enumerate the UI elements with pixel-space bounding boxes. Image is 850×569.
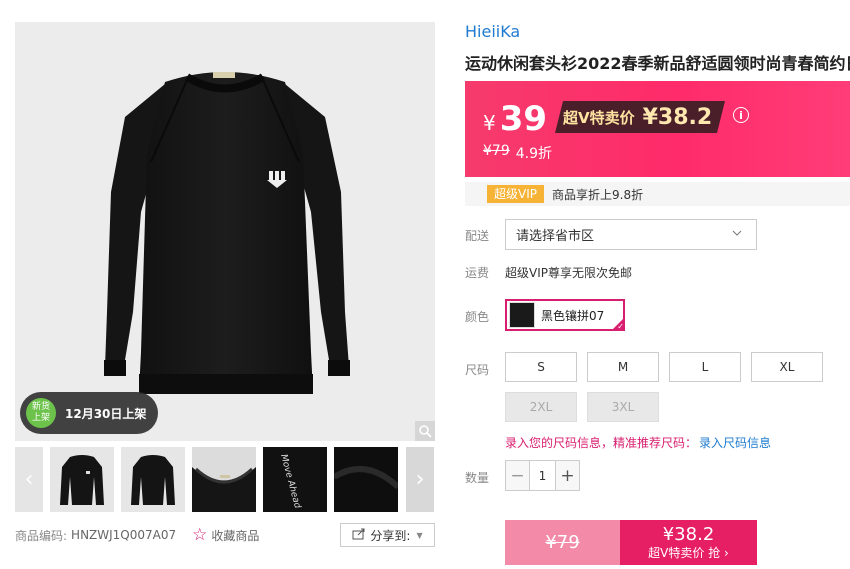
size-option-s[interactable]: S — [505, 352, 577, 382]
vip-promo-text: 商品享折上9.8折 — [552, 187, 644, 202]
shipping-value: 超级VIP尊享无限次免邮 — [505, 266, 632, 280]
sku-label: 商品编码: — [15, 528, 68, 543]
share-dropdown[interactable]: 分享到: ▼ — [340, 523, 435, 547]
quantity-label: 数量 — [465, 471, 490, 485]
launch-date-pill: 新货 上架 12月30日上架 — [20, 392, 158, 434]
launch-date-text: 12月30日上架 — [65, 406, 147, 421]
new-arrival-badge-line2: 上架 — [31, 413, 50, 423]
thumbnail-prev-button[interactable]: ‹ — [15, 447, 43, 512]
main-product-image[interactable]: 新货 上架 12月30日上架 — [15, 22, 435, 441]
favorite-button[interactable]: ☆ 收藏商品 — [192, 525, 259, 545]
share-icon — [352, 528, 366, 543]
super-v-price-tag: 超V特卖价 ¥38.2 — [555, 101, 725, 133]
size-option-l[interactable]: L — [669, 352, 741, 382]
size-option-2xl[interactable]: 2XL — [505, 392, 577, 422]
size-option-m[interactable]: M — [587, 352, 659, 382]
sku-value: HNZWJ1Q007A07 — [71, 528, 177, 542]
share-label: 分享到: — [370, 528, 411, 543]
thumbnail-back[interactable] — [121, 447, 185, 512]
chevron-down-icon — [732, 228, 742, 239]
size-option-3xl[interactable]: 3XL — [587, 392, 659, 422]
thumbnail-next-button[interactable]: › — [406, 447, 434, 512]
super-v-label: 超V特卖价 — [563, 108, 635, 127]
current-price-value: 39 — [499, 99, 548, 139]
discount-text: 4.9折 — [515, 146, 552, 162]
new-arrival-badge: 新货 上架 — [26, 398, 56, 428]
thumbnail-strip: ‹ Move Ahead › — [15, 447, 435, 512]
color-label: 颜色 — [465, 310, 490, 324]
quantity-stepper: − 1 + — [505, 460, 580, 491]
vip-badge: 超级VIP — [487, 185, 544, 203]
size-hint: 录入您的尺码信息，精准推荐尺码： 录入尺码信息 — [505, 434, 771, 451]
delivery-label: 配送 — [465, 229, 490, 243]
color-option-selected[interactable]: 黑色镶拼07 ✓ — [505, 299, 625, 331]
price-sub-line: ¥79 4.9折 — [483, 143, 552, 163]
price-panel: ¥ 39 超V特卖价 ¥38.2 i ¥79 4.9折 — [465, 81, 850, 177]
size-option-xl[interactable]: XL — [751, 352, 823, 382]
brand-link[interactable]: HieiiKa — [465, 22, 520, 41]
product-meta-bar: 商品编码: HNZWJ1Q007A07 ☆ 收藏商品 分享到: ▼ — [15, 523, 435, 547]
original-price: ¥79 — [483, 143, 510, 159]
original-price-button[interactable]: ¥79 — [505, 520, 620, 565]
new-arrival-badge-line1: 新货 — [31, 402, 50, 412]
region-select-value: 请选择省市区 — [516, 229, 595, 244]
chevron-down-icon: ▼ — [416, 530, 423, 540]
currency-symbol: ¥ — [483, 111, 496, 135]
quantity-value[interactable]: 1 — [529, 461, 556, 490]
info-icon[interactable]: i — [733, 107, 749, 123]
super-v-price: ¥38.2 — [642, 104, 713, 130]
buy-button-label: 超V特卖价 抢 › — [648, 545, 729, 560]
thumbnail-front[interactable] — [50, 447, 114, 512]
current-price: ¥ 39 — [483, 99, 547, 139]
region-select[interactable]: 请选择省市区 — [505, 219, 757, 250]
buy-super-v-button[interactable]: ¥38.2 超V特卖价 抢 › — [620, 520, 757, 565]
shipping-label: 运费 — [465, 266, 490, 280]
favorite-label: 收藏商品 — [211, 528, 260, 543]
zoom-icon[interactable] — [415, 421, 435, 441]
quantity-increase-button[interactable]: + — [556, 461, 579, 490]
size-input-link[interactable]: 录入尺码信息 — [699, 434, 771, 451]
check-icon: ✓ — [611, 317, 625, 331]
star-icon: ☆ — [192, 525, 208, 545]
size-hint-text: 录入您的尺码信息，精准推荐尺码： — [505, 436, 698, 450]
sweatshirt-illustration — [104, 72, 350, 394]
size-label: 尺码 — [465, 363, 490, 377]
thumbnail-fabric[interactable] — [334, 447, 398, 512]
quantity-decrease-button[interactable]: − — [506, 461, 529, 490]
color-swatch-image — [509, 302, 535, 328]
color-option-label: 黑色镶拼07 — [541, 308, 605, 323]
buy-button-price: ¥38.2 — [662, 523, 715, 545]
vip-promo-row: 超级VIP 商品享折上9.8折 — [465, 182, 850, 206]
thumbnail-sleeve-print[interactable]: Move Ahead — [263, 447, 327, 512]
product-title: 运动休闲套头衫2022春季新品舒适圆领时尚青春简约日 — [465, 54, 850, 73]
thumbnail-collar-detail[interactable] — [192, 447, 256, 512]
